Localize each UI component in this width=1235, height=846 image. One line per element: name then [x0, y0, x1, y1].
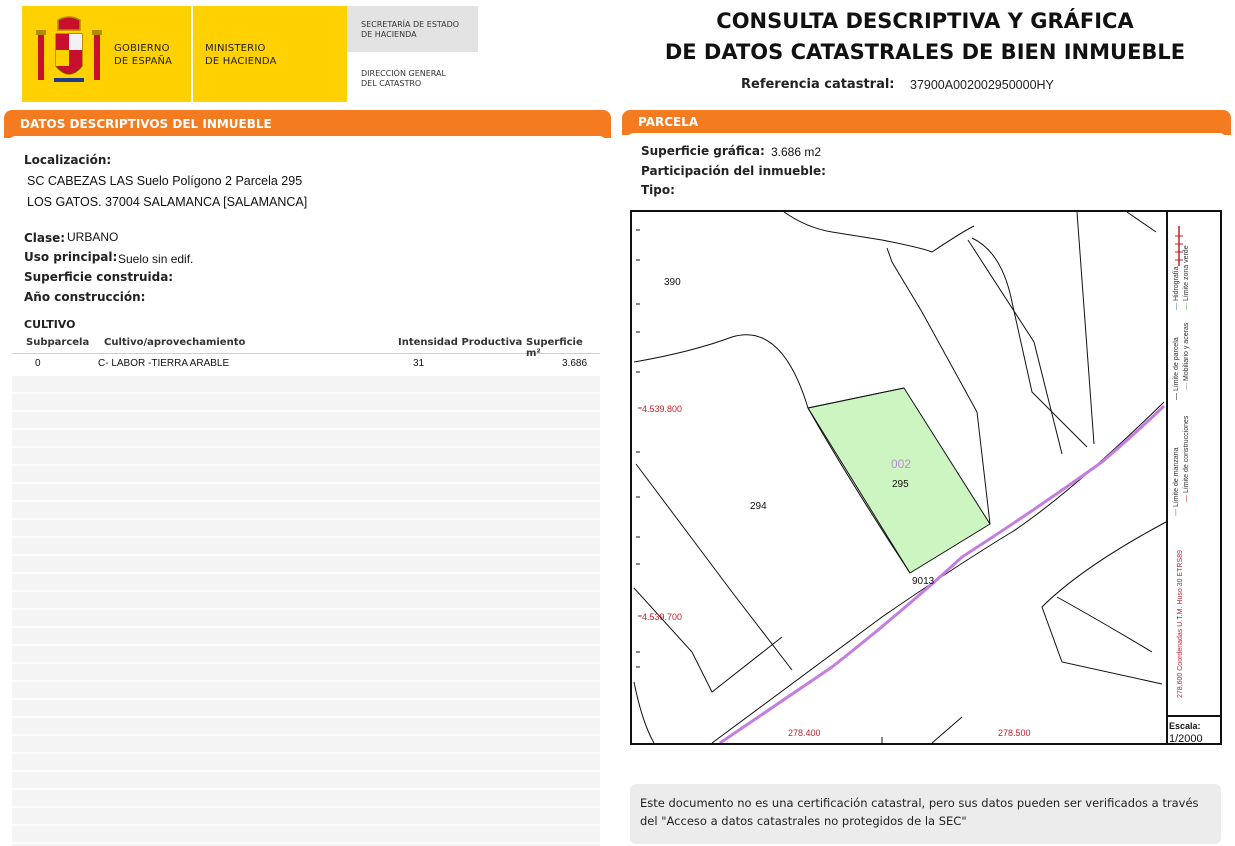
- ref-label: Referencia catastral:: [741, 77, 895, 92]
- scale-label: Escala:: [1169, 721, 1201, 731]
- descriptivos-header: DATOS DESCRIPTIVOS DEL INMUEBLE: [4, 110, 611, 138]
- participacion-label: Participación del inmueble:: [641, 164, 826, 178]
- disclaimer-note: Este documento no es una certificación c…: [630, 784, 1221, 844]
- legend-limite-parcela-label: Límite de parcela: [1173, 337, 1180, 392]
- title-line-1: CONSULTA DESCRIPTIVA Y GRÁFICA: [716, 9, 1134, 33]
- clase-value: URBANO: [67, 230, 119, 244]
- header-cultivo: Cultivo/aprovechamiento: [104, 337, 246, 348]
- coord-x-278500: 278.500: [998, 728, 1031, 738]
- legend-coordenadas: 278,600 Coordenadas U.T.M. Huso 30 ETRS8…: [1177, 550, 1184, 698]
- legend-hidrografia: — Hidrografía: [1173, 266, 1180, 310]
- map-drawing: 390 294 295 9013 002 4.539.800 4.539.700…: [633, 212, 1166, 743]
- cell-superficie: 3.686: [562, 358, 588, 369]
- label-295: 295: [892, 479, 909, 490]
- localizacion-label: Localización:: [24, 153, 112, 167]
- cultivo-title: CULTIVO: [24, 318, 76, 331]
- uso-label: Uso principal:: [24, 250, 118, 264]
- scale-value: 1/2000: [1169, 733, 1203, 745]
- ministerio-text: MINISTERIO DE HACIENDA: [205, 43, 277, 67]
- logo-separator: [191, 6, 193, 102]
- cell-intensidad: 31: [413, 358, 425, 369]
- label-002: 002: [891, 457, 911, 471]
- coord-x-278400: 278.400: [788, 728, 821, 738]
- label-294: 294: [750, 501, 767, 512]
- legend-limite-parcela: — Límite de parcela: [1173, 337, 1180, 400]
- cell-subparcela: 0: [35, 358, 41, 369]
- legend-limite-construcciones-label: Límite de construcciones: [1183, 415, 1190, 494]
- header-subparcela: Subparcela: [26, 337, 90, 348]
- table-row: 0 C- LABOR -TIERRA ARABLE 31 3.686: [12, 356, 600, 374]
- coat-of-arms-icon: [36, 16, 102, 82]
- cell-cultivo: C- LABOR -TIERRA ARABLE: [98, 358, 230, 369]
- ref-value: 37900A002002950000HY: [910, 78, 1054, 92]
- legend-zona-verde: — Límite zona verde: [1183, 245, 1190, 310]
- clase-label: Clase:: [24, 231, 66, 245]
- localizacion-line-1: SC CABEZAS LAS Suelo Polígono 2 Parcela …: [27, 174, 303, 188]
- header-intensidad: Intensidad Productiva: [398, 337, 523, 348]
- uso-value: Suelo sin edif.: [118, 252, 194, 266]
- legend-limite-construcciones: — Límite de construcciones: [1183, 415, 1190, 502]
- legend-limite-manzana-label: Límite de manzana: [1173, 447, 1180, 508]
- parcela-header-edge: [626, 133, 1227, 141]
- descriptivos-header-edge: [8, 136, 607, 144]
- cultivo-table-header: Subparcela Cultivo/aprovechamiento Inten…: [12, 334, 600, 359]
- legend-divider: [1166, 212, 1168, 743]
- superficie-grafica-value: 3.686 m2: [771, 145, 822, 159]
- legend-mobiliario-label: Mobiliario y aceras: [1183, 322, 1190, 382]
- direccion-text: DIRECCIÓN GENERAL DEL CATASTRO: [361, 69, 446, 88]
- coord-y-4539700: 4.539.700: [642, 612, 682, 622]
- logo-block: GOBIERNO DE ESPAÑA MINISTERIO DE HACIEND…: [22, 6, 478, 102]
- gobierno-text: GOBIERNO DE ESPAÑA: [114, 43, 173, 67]
- legend-mobiliario: — Mobiliario y aceras: [1183, 322, 1190, 390]
- label-390: 390: [664, 277, 681, 288]
- superficie-construida-label: Superficie construida:: [24, 270, 174, 284]
- secretaria-text: SECRETARÍA DE ESTADO DE HACIENDA: [361, 20, 460, 39]
- empty-table-area: [12, 376, 600, 846]
- label-9013: 9013: [912, 576, 935, 587]
- scale-box: Escala: 1/2000: [1166, 715, 1220, 745]
- title-line-2: DE DATOS CATASTRALES DE BIEN INMUEBLE: [664, 40, 1186, 64]
- parcela-header: PARCELA: [622, 110, 1231, 135]
- legend-limite-manzana: — Límite de manzana: [1173, 447, 1180, 517]
- legend-hidrografia-label: Hidrografía: [1173, 266, 1180, 302]
- anio-construccion-label: Año construcción:: [24, 290, 146, 304]
- page-title: CONSULTA DESCRIPTIVA Y GRÁFICA DE DATOS …: [620, 6, 1230, 68]
- coord-y-4539800: 4.539.800: [642, 404, 682, 414]
- superficie-grafica-label: Superficie gráfica:: [641, 144, 765, 158]
- cadastral-map: 390 294 295 9013 002 4.539.800 4.539.700…: [630, 210, 1222, 745]
- legend-zona-verde-label: Límite zona verde: [1183, 245, 1190, 302]
- localizacion-line-2: LOS GATOS. 37004 SALAMANCA [SALAMANCA]: [27, 195, 308, 209]
- tipo-label: Tipo:: [641, 183, 675, 197]
